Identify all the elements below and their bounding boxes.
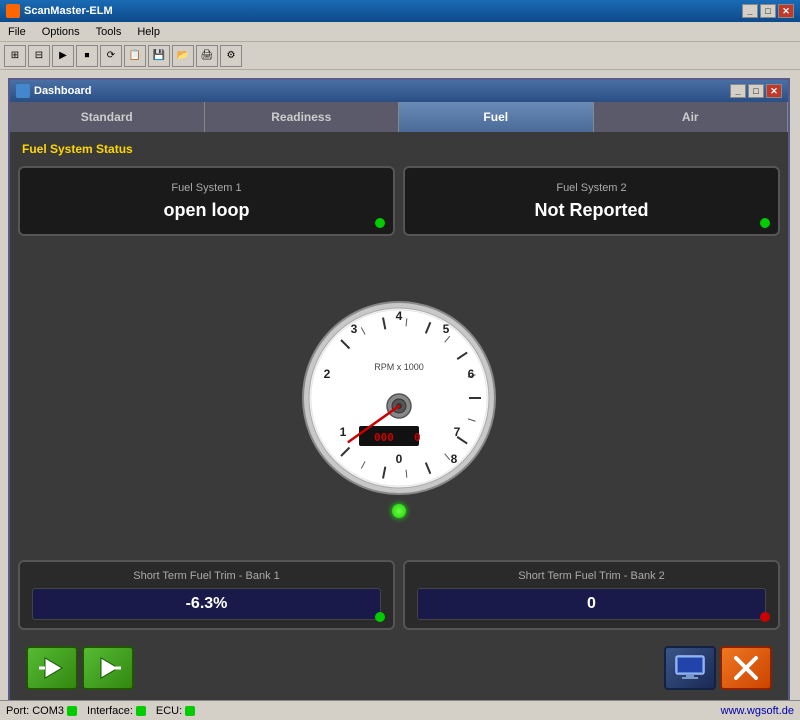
close-x-icon — [731, 654, 761, 682]
gauge-green-indicator — [392, 504, 406, 518]
tab-air[interactable]: Air — [594, 102, 789, 132]
toolbar-btn-5[interactable]: ⟳ — [100, 45, 122, 67]
interface-label: Interface: — [87, 705, 133, 717]
tab-fuel[interactable]: Fuel — [399, 102, 594, 132]
rpm-gauge-svg: 0 1 2 3 4 5 6 7 8 RPM x 1000 000 0 — [299, 298, 499, 498]
fuel-system-1-indicator — [375, 218, 385, 228]
svg-text:7: 7 — [454, 425, 461, 439]
ecu-status: ECU: — [156, 705, 195, 717]
gauge-area: 0 1 2 3 4 5 6 7 8 RPM x 1000 000 0 — [18, 244, 780, 552]
back-arrow-icon — [37, 656, 67, 680]
toolbar: ⊞ ⊟ ▶ ⏹ ⟳ 📋 💾 📂 🖨 ⚙ — [0, 42, 800, 70]
svg-text:0: 0 — [414, 431, 421, 444]
forward-arrow-icon — [93, 656, 123, 680]
toolbar-btn-9[interactable]: 🖨 — [196, 45, 218, 67]
app-title: ScanMaster-ELM — [24, 5, 113, 17]
back-button[interactable] — [26, 646, 78, 690]
dashboard-title: Dashboard — [34, 85, 91, 97]
tabs-container: Standard Readiness Fuel Air — [10, 102, 788, 132]
dashboard-window: Dashboard _ □ ✕ Standard Readiness Fuel … — [8, 78, 790, 708]
menu-options[interactable]: Options — [38, 25, 84, 39]
content-area: Fuel System Status Fuel System 1 open lo… — [10, 132, 788, 706]
close-button[interactable]: ✕ — [778, 4, 794, 18]
interface-led — [136, 706, 146, 716]
menu-tools[interactable]: Tools — [92, 25, 126, 39]
toolbar-btn-10[interactable]: ⚙ — [220, 45, 242, 67]
toolbar-btn-7[interactable]: 💾 — [148, 45, 170, 67]
svg-text:4: 4 — [396, 309, 403, 323]
tab-readiness[interactable]: Readiness — [205, 102, 400, 132]
svg-text:8: 8 — [451, 452, 458, 466]
close-app-button[interactable] — [720, 646, 772, 690]
port-value: COM3 — [32, 705, 64, 717]
dash-maximize-button[interactable]: □ — [748, 84, 764, 98]
status-bar: Port: COM3 Interface: ECU: www.wgsoft.de — [0, 700, 800, 720]
bottom-nav — [18, 638, 780, 698]
status-left: Port: COM3 Interface: ECU: — [6, 705, 195, 717]
fuel-trim-row: Short Term Fuel Trim - Bank 1 -6.3% Shor… — [18, 560, 780, 630]
monitor-button[interactable] — [664, 646, 716, 690]
nav-left-group — [26, 646, 134, 690]
menubar: File Options Tools Help — [0, 22, 800, 42]
ecu-led — [185, 706, 195, 716]
fuel-trim-1-title: Short Term Fuel Trim - Bank 1 — [32, 570, 381, 582]
toolbar-btn-4[interactable]: ⏹ — [76, 45, 98, 67]
forward-button[interactable] — [82, 646, 134, 690]
maximize-button[interactable]: □ — [760, 4, 776, 18]
svg-text:6: 6 — [468, 367, 475, 381]
toolbar-btn-6[interactable]: 📋 — [124, 45, 146, 67]
fuel-system-2-value: Not Reported — [535, 200, 649, 221]
svg-text:5: 5 — [443, 322, 450, 336]
minimize-button[interactable]: _ — [742, 4, 758, 18]
fuel-system-2-title: Fuel System 2 — [556, 182, 626, 194]
port-led — [67, 706, 77, 716]
interface-status: Interface: — [87, 705, 146, 717]
nav-right-group — [664, 646, 772, 690]
section-label: Fuel System Status — [18, 140, 780, 158]
toolbar-btn-3[interactable]: ▶ — [52, 45, 74, 67]
fuel-systems-row: Fuel System 1 open loop Fuel System 2 No… — [18, 166, 780, 236]
dashboard-icon — [16, 84, 30, 98]
fuel-system-1-title: Fuel System 1 — [171, 182, 241, 194]
dash-close-button[interactable]: ✕ — [766, 84, 782, 98]
menu-help[interactable]: Help — [133, 25, 164, 39]
svg-text:RPM x 1000: RPM x 1000 — [374, 362, 424, 372]
app-icon — [6, 4, 20, 18]
dash-minimize-button[interactable]: _ — [730, 84, 746, 98]
menu-file[interactable]: File — [4, 25, 30, 39]
svg-text:000: 000 — [374, 431, 394, 444]
toolbar-btn-2[interactable]: ⊟ — [28, 45, 50, 67]
svg-text:0: 0 — [396, 452, 403, 466]
svg-text:2: 2 — [324, 367, 331, 381]
main-window-controls: _ □ ✕ — [742, 4, 794, 18]
fuel-trim-1-indicator — [375, 612, 385, 622]
svg-text:3: 3 — [351, 322, 358, 336]
svg-text:1: 1 — [340, 425, 347, 439]
toolbar-btn-1[interactable]: ⊞ — [4, 45, 26, 67]
fuel-system-2-box: Fuel System 2 Not Reported — [403, 166, 780, 236]
port-label: Port: — [6, 705, 29, 717]
dashboard-titlebar: Dashboard _ □ ✕ — [10, 80, 788, 102]
dashboard-window-controls: _ □ ✕ — [730, 84, 782, 98]
tab-standard[interactable]: Standard — [10, 102, 205, 132]
main-titlebar: ScanMaster-ELM _ □ ✕ — [0, 0, 800, 22]
monitor-icon — [674, 654, 706, 682]
fuel-trim-1-box: Short Term Fuel Trim - Bank 1 -6.3% — [18, 560, 395, 630]
status-website: www.wgsoft.de — [721, 705, 794, 717]
port-status: Port: COM3 — [6, 705, 77, 717]
fuel-system-1-box: Fuel System 1 open loop — [18, 166, 395, 236]
toolbar-btn-8[interactable]: 📂 — [172, 45, 194, 67]
fuel-trim-2-indicator — [760, 612, 770, 622]
fuel-system-1-value: open loop — [164, 200, 250, 221]
fuel-trim-2-box: Short Term Fuel Trim - Bank 2 0 — [403, 560, 780, 630]
rpm-gauge: 0 1 2 3 4 5 6 7 8 RPM x 1000 000 0 — [299, 298, 499, 498]
ecu-label: ECU: — [156, 705, 182, 717]
fuel-trim-1-value: -6.3% — [32, 588, 381, 620]
fuel-system-2-indicator — [760, 218, 770, 228]
fuel-trim-2-title: Short Term Fuel Trim - Bank 2 — [417, 570, 766, 582]
fuel-trim-2-value: 0 — [417, 588, 766, 620]
